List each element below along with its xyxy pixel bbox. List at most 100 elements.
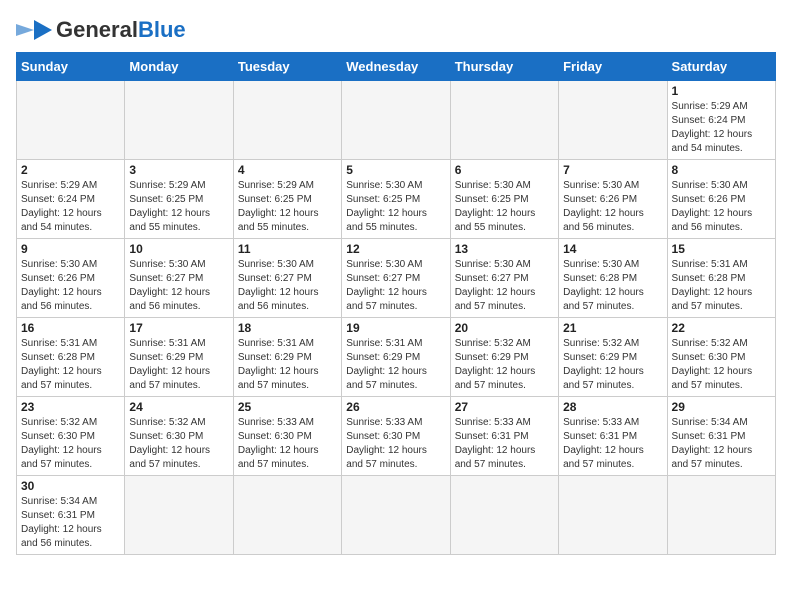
day-info: Sunrise: 5:33 AMSunset: 6:31 PMDaylight:… — [455, 416, 554, 472]
day-number: 5 — [346, 163, 445, 177]
calendar-week-row: 23Sunrise: 5:32 AMSunset: 6:30 PMDayligh… — [17, 397, 776, 476]
day-number: 3 — [129, 163, 228, 177]
day-info: Sunrise: 5:30 AMSunset: 6:26 PMDaylight:… — [563, 179, 662, 235]
page-header: GeneralBlue — [16, 16, 776, 44]
day-info: Sunrise: 5:30 AMSunset: 6:27 PMDaylight:… — [455, 258, 554, 314]
calendar-header-row: SundayMondayTuesdayWednesdayThursdayFrid… — [17, 53, 776, 81]
calendar-cell: 28 Sunrise: 5:33 AMSunset: 6:31 PMDayligh… — [559, 397, 667, 476]
calendar-cell: 30Sunrise: 5:34 AMSunset: 6:31 PMDayligh… — [17, 476, 125, 555]
calendar-cell: 1 Sunrise: 5:29 AMSunset: 6:24 PMDaylight… — [667, 81, 775, 160]
day-info: Sunrise: 5:29 AMSunset: 6:24 PMDaylight:… — [21, 179, 120, 235]
day-info: Sunrise: 5:33 AMSunset: 6:30 PMDaylight:… — [238, 416, 337, 472]
calendar-cell: 20 Sunrise: 5:32 AMSunset: 6:29 PMDayligh… — [450, 318, 558, 397]
calendar-cell: 4Sunrise: 5:29 AMSunset: 6:25 PMDaylight… — [233, 160, 341, 239]
calendar-cell — [342, 81, 450, 160]
day-number: 16 — [21, 321, 120, 335]
day-info: Sunrise: 5:30 AMSunset: 6:26 PMDaylight:… — [672, 179, 771, 235]
calendar-cell — [233, 81, 341, 160]
day-number: 24 — [129, 400, 228, 414]
day-number: 8 — [672, 163, 771, 177]
day-info: Sunrise: 5:33 AMSunset: 6:31 PMDaylight:… — [563, 416, 662, 472]
day-number: 17 — [129, 321, 228, 335]
day-number: 27 — [455, 400, 554, 414]
calendar-cell: 6 Sunrise: 5:30 AMSunset: 6:25 PMDaylight… — [450, 160, 558, 239]
calendar-cell — [125, 81, 233, 160]
day-info: Sunrise: 5:30 AMSunset: 6:26 PMDaylight:… — [21, 258, 120, 314]
day-info: Sunrise: 5:31 AMSunset: 6:28 PMDaylight:… — [21, 337, 120, 393]
calendar-cell: 12 Sunrise: 5:30 AMSunset: 6:27 PMDayligh… — [342, 239, 450, 318]
calendar-cell: 9 Sunrise: 5:30 AMSunset: 6:26 PMDaylight… — [17, 239, 125, 318]
day-number: 30 — [21, 479, 120, 493]
calendar-cell — [125, 476, 233, 555]
calendar-week-row: 30Sunrise: 5:34 AMSunset: 6:31 PMDayligh… — [17, 476, 776, 555]
day-header-tuesday: Tuesday — [233, 53, 341, 81]
day-number: 19 — [346, 321, 445, 335]
day-number: 25 — [238, 400, 337, 414]
calendar-week-row: 2Sunrise: 5:29 AMSunset: 6:24 PMDaylight… — [17, 160, 776, 239]
day-info: Sunrise: 5:32 AMSunset: 6:30 PMDaylight:… — [21, 416, 120, 472]
day-number: 21 — [563, 321, 662, 335]
calendar-cell: 27 Sunrise: 5:33 AMSunset: 6:31 PMDayligh… — [450, 397, 558, 476]
calendar-cell: 23Sunrise: 5:32 AMSunset: 6:30 PMDayligh… — [17, 397, 125, 476]
day-number: 1 — [672, 84, 771, 98]
day-header-friday: Friday — [559, 53, 667, 81]
day-number: 12 — [346, 242, 445, 256]
day-info: Sunrise: 5:29 AMSunset: 6:24 PMDaylight:… — [672, 100, 771, 156]
day-number: 20 — [455, 321, 554, 335]
calendar-cell — [17, 81, 125, 160]
calendar-cell: 17 Sunrise: 5:31 AMSunset: 6:29 PMDayligh… — [125, 318, 233, 397]
calendar-cell: 13 Sunrise: 5:30 AMSunset: 6:27 PMDayligh… — [450, 239, 558, 318]
calendar-cell: 25 Sunrise: 5:33 AMSunset: 6:30 PMDayligh… — [233, 397, 341, 476]
logo: GeneralBlue — [16, 16, 186, 44]
day-header-sunday: Sunday — [17, 53, 125, 81]
day-number: 13 — [455, 242, 554, 256]
calendar-cell: 16 Sunrise: 5:31 AMSunset: 6:28 PMDayligh… — [17, 318, 125, 397]
calendar-table: SundayMondayTuesdayWednesdayThursdayFrid… — [16, 52, 776, 555]
day-number: 9 — [21, 242, 120, 256]
day-info: Sunrise: 5:31 AMSunset: 6:29 PMDaylight:… — [129, 337, 228, 393]
day-info: Sunrise: 5:32 AMSunset: 6:29 PMDaylight:… — [563, 337, 662, 393]
calendar-cell: 21 Sunrise: 5:32 AMSunset: 6:29 PMDayligh… — [559, 318, 667, 397]
day-number: 18 — [238, 321, 337, 335]
day-number: 28 — [563, 400, 662, 414]
day-info: Sunrise: 5:30 AMSunset: 6:27 PMDaylight:… — [346, 258, 445, 314]
calendar-cell: 19 Sunrise: 5:31 AMSunset: 6:29 PMDayligh… — [342, 318, 450, 397]
day-number: 7 — [563, 163, 662, 177]
day-info: Sunrise: 5:31 AMSunset: 6:29 PMDaylight:… — [238, 337, 337, 393]
day-number: 11 — [238, 242, 337, 256]
day-info: Sunrise: 5:32 AMSunset: 6:30 PMDaylight:… — [672, 337, 771, 393]
day-number: 22 — [672, 321, 771, 335]
day-number: 6 — [455, 163, 554, 177]
calendar-cell: 15Sunrise: 5:31 AMSunset: 6:28 PMDayligh… — [667, 239, 775, 318]
day-info: Sunrise: 5:34 AMSunset: 6:31 PMDaylight:… — [672, 416, 771, 472]
calendar-cell: 29 Sunrise: 5:34 AMSunset: 6:31 PMDayligh… — [667, 397, 775, 476]
calendar-cell: 5 Sunrise: 5:30 AMSunset: 6:25 PMDaylight… — [342, 160, 450, 239]
day-info: Sunrise: 5:30 AMSunset: 6:25 PMDaylight:… — [346, 179, 445, 235]
day-info: Sunrise: 5:32 AMSunset: 6:29 PMDaylight:… — [455, 337, 554, 393]
calendar-week-row: 1 Sunrise: 5:29 AMSunset: 6:24 PMDaylight… — [17, 81, 776, 160]
day-number: 10 — [129, 242, 228, 256]
calendar-cell: 14 Sunrise: 5:30 AMSunset: 6:28 PMDayligh… — [559, 239, 667, 318]
calendar-cell — [450, 81, 558, 160]
calendar-cell — [233, 476, 341, 555]
day-number: 14 — [563, 242, 662, 256]
day-number: 26 — [346, 400, 445, 414]
day-info: Sunrise: 5:33 AMSunset: 6:30 PMDaylight:… — [346, 416, 445, 472]
calendar-cell — [450, 476, 558, 555]
day-info: Sunrise: 5:30 AMSunset: 6:25 PMDaylight:… — [455, 179, 554, 235]
day-info: Sunrise: 5:30 AMSunset: 6:28 PMDaylight:… — [563, 258, 662, 314]
day-header-monday: Monday — [125, 53, 233, 81]
day-number: 29 — [672, 400, 771, 414]
calendar-cell — [342, 476, 450, 555]
day-info: Sunrise: 5:29 AMSunset: 6:25 PMDaylight:… — [238, 179, 337, 235]
day-header-saturday: Saturday — [667, 53, 775, 81]
day-info: Sunrise: 5:31 AMSunset: 6:29 PMDaylight:… — [346, 337, 445, 393]
day-header-thursday: Thursday — [450, 53, 558, 81]
calendar-cell: 8 Sunrise: 5:30 AMSunset: 6:26 PMDaylight… — [667, 160, 775, 239]
day-info: Sunrise: 5:30 AMSunset: 6:27 PMDaylight:… — [129, 258, 228, 314]
calendar-week-row: 9 Sunrise: 5:30 AMSunset: 6:26 PMDaylight… — [17, 239, 776, 318]
calendar-week-row: 16 Sunrise: 5:31 AMSunset: 6:28 PMDayligh… — [17, 318, 776, 397]
calendar-cell: 24Sunrise: 5:32 AMSunset: 6:30 PMDayligh… — [125, 397, 233, 476]
day-info: Sunrise: 5:31 AMSunset: 6:28 PMDaylight:… — [672, 258, 771, 314]
calendar-cell: 3Sunrise: 5:29 AMSunset: 6:25 PMDaylight… — [125, 160, 233, 239]
